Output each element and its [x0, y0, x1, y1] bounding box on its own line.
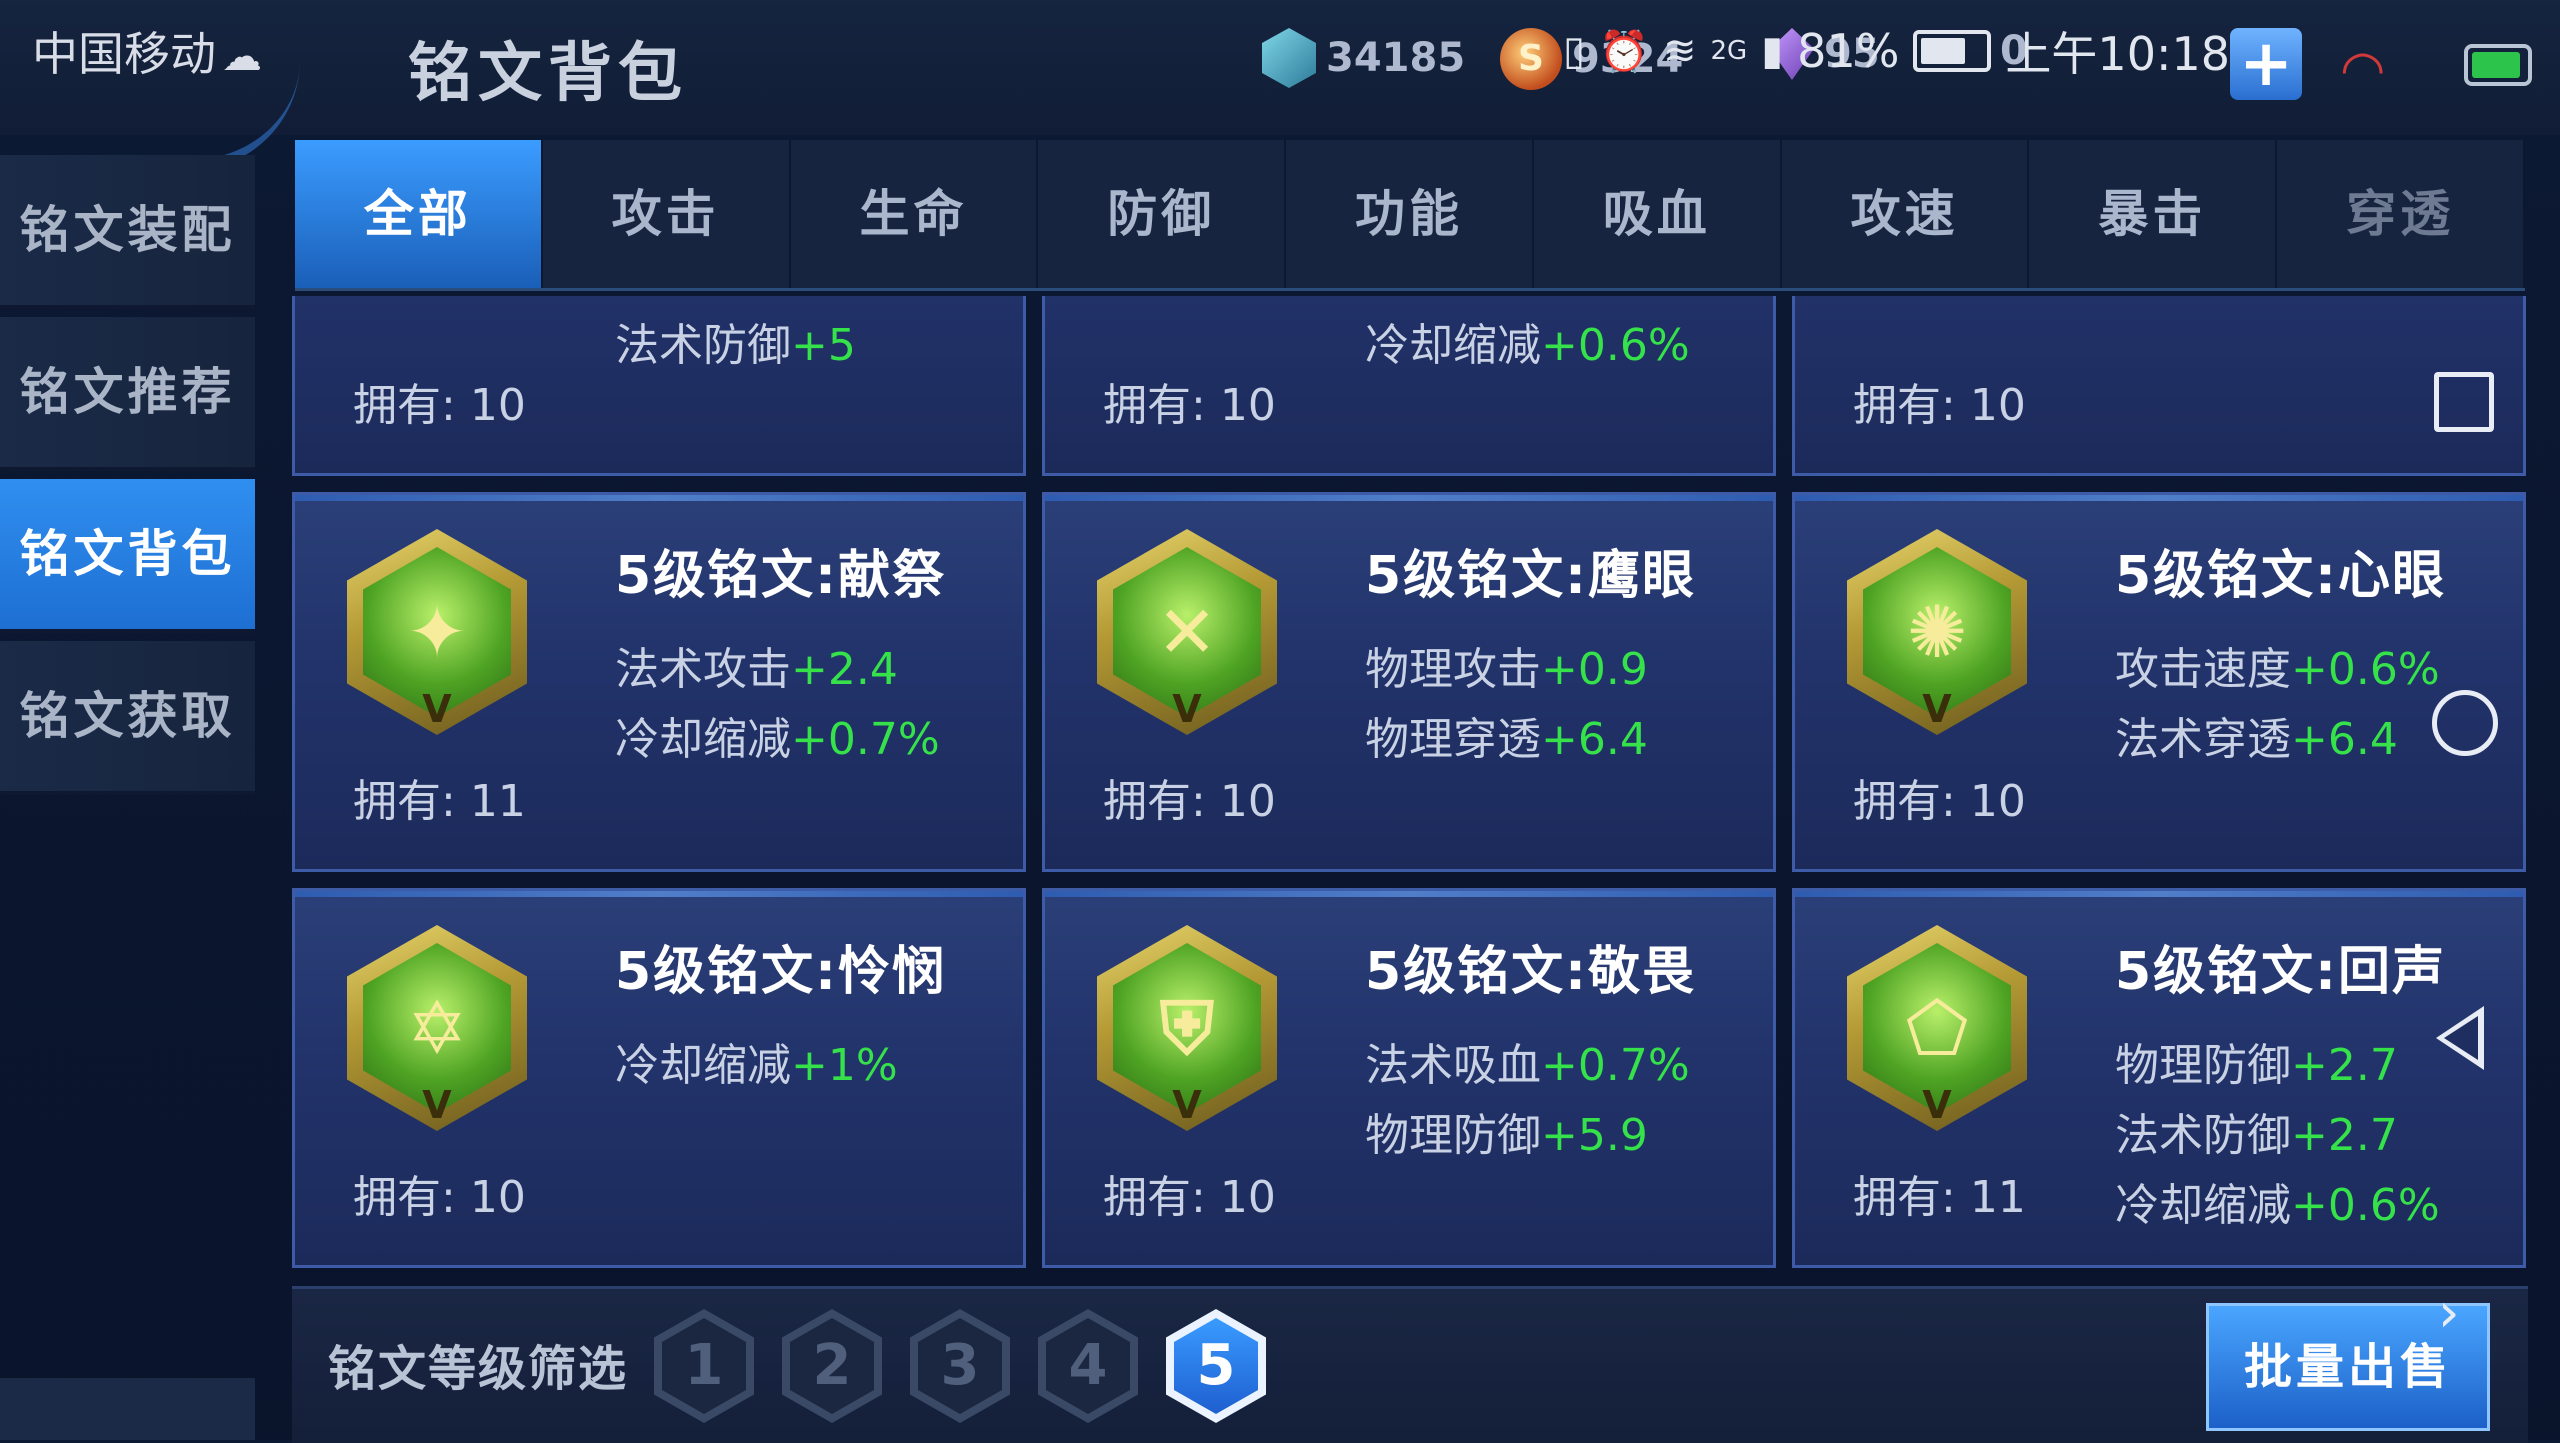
rune-icon: ✡ V [347, 925, 527, 1131]
level-filter-label: 铭文等级筛选 [328, 1341, 629, 1397]
tab-attack[interactable]: 攻击 [543, 140, 791, 288]
tab-crit[interactable]: 暴击 [2029, 140, 2278, 288]
owned-count: 拥有: 10 [353, 1172, 526, 1223]
rune-name: 5级铭文:回声 [2115, 942, 2446, 1002]
vibrate-icon: ▯ [1563, 28, 1586, 74]
level-filter-bar: 铭文等级筛选 1 2 3 4 5 批量出售 › [292, 1281, 2528, 1443]
rune-stat: 冷却缩减+1% [615, 1040, 898, 1091]
battery-icon [1913, 30, 1992, 72]
rune-stat: 物理穿透+6.4 [1365, 714, 1648, 765]
rune-name: 5级铭文:怜悯 [615, 942, 946, 1002]
battery-percent: 81% [1797, 24, 1900, 78]
rune-grid: V 法术防御+5 拥有: 10 V 冷却缩减+0.6% 拥有: 10 V 拥有:… [292, 296, 2528, 1276]
owned-count: 拥有: 10 [1103, 380, 1276, 431]
rune-stat: 法术穿透+6.4 [2115, 714, 2398, 765]
rune-stat: 冷却缩减+0.7% [615, 714, 940, 765]
signal-bars-icon: ▮ [1761, 28, 1784, 74]
rune-icon: ✕ V [1097, 529, 1277, 735]
tab-all[interactable]: 全部 [295, 140, 543, 288]
coin-icon: S [1500, 28, 1562, 90]
owned-count: 拥有: 10 [1103, 1172, 1276, 1223]
rune-stat: 物理防御+2.7 [2115, 1040, 2398, 1091]
rune-card-yingyan[interactable]: ✕ V 5级铭文:鹰眼 物理攻击+0.9 物理穿透+6.4 拥有: 10 [1042, 492, 1776, 872]
rune-card[interactable]: V 法术防御+5 拥有: 10 [292, 296, 1026, 476]
rune-card[interactable]: V 冷却缩减+0.6% 拥有: 10 [1042, 296, 1776, 476]
rune-stat: 攻击速度+0.6% [2115, 644, 2440, 695]
page-title: 铭文背包 [408, 37, 688, 111]
alarm-icon: ⏰ [1599, 28, 1649, 75]
sidebar: 铭文装配 铭文推荐 铭文背包 铭文获取 [0, 135, 255, 1440]
recent-apps-button[interactable] [2434, 372, 2494, 432]
rune-name: 5级铭文:鹰眼 [1365, 546, 1696, 606]
gem-icon [1262, 28, 1316, 88]
level-filter-3[interactable]: 3 [910, 1309, 1010, 1423]
sidebar-footer [0, 1378, 255, 1440]
sidebar-item-equip[interactable]: 铭文装配 [0, 155, 255, 309]
carrier-label: 中国移动 ☁ [32, 18, 262, 84]
rune-card-xianji[interactable]: ✦ V 5级铭文:献祭 法术攻击+2.4 冷却缩减+0.7% 拥有: 11 [292, 492, 1026, 872]
tab-penetration[interactable]: 穿透 [2277, 140, 2526, 288]
rune-card-huisheng[interactable]: ⬠ V 5级铭文:回声 物理防御+2.7 法术防御+2.7 冷却缩减+0.6% 拥… [1792, 888, 2526, 1268]
home-button[interactable] [2432, 690, 2498, 756]
back-button[interactable] [2436, 1006, 2484, 1070]
sidebar-item-recommend[interactable]: 铭文推荐 [0, 317, 255, 471]
level-filter-1[interactable]: 1 [654, 1309, 754, 1423]
tab-defense[interactable]: 防御 [1038, 140, 1287, 288]
tab-lifesteal[interactable]: 吸血 [1534, 140, 1782, 288]
tab-attack-speed[interactable]: 攻速 [1782, 140, 2030, 288]
rune-name: 5级铭文:心眼 [2115, 546, 2446, 606]
owned-count: 拥有: 10 [353, 380, 526, 431]
game-battery-icon [2464, 44, 2532, 86]
wifi-icon: ≋ [1662, 28, 1697, 74]
rune-card-xinyan[interactable]: ✺ V 5级铭文:心眼 攻击速度+0.6% 法术穿透+6.4 拥有: 10 [1792, 492, 2526, 872]
owned-count: 拥有: 10 [1103, 776, 1276, 827]
owned-count: 拥有: 11 [353, 776, 526, 827]
category-tabs: 全部 攻击 生命 防御 功能 吸血 攻速 暴击 穿透 [295, 140, 2526, 291]
level-filter-5[interactable]: 5 [1166, 1309, 1266, 1423]
rune-card[interactable]: V 拥有: 10 [1792, 296, 2526, 476]
cloud-icon: ☁ [222, 34, 262, 80]
gem-currency: 34185 [1262, 28, 1465, 88]
carrier-text: 中国移动 [32, 27, 216, 81]
rune-stat: 法术攻击+2.4 [615, 644, 898, 695]
level-filter-4[interactable]: 4 [1038, 1309, 1138, 1423]
network-type: 2G [1710, 36, 1748, 66]
rune-stat: 法术吸血+0.7% [1365, 1040, 1690, 1091]
clock: 上午10:18 [2005, 27, 2230, 81]
owned-count: 拥有: 11 [1853, 1172, 2026, 1223]
rune-card-jingwei[interactable]: ⛨ V 5级铭文:敬畏 法术吸血+0.7% 物理防御+5.9 拥有: 10 [1042, 888, 1776, 1268]
rune-stat: 法术防御+5 [615, 320, 856, 371]
rune-name: 5级铭文:献祭 [615, 546, 946, 606]
rune-card-lianmin[interactable]: ✡ V 5级铭文:怜悯 冷却缩减+1% 拥有: 10 [292, 888, 1026, 1268]
gem-count: 34185 [1326, 35, 1466, 81]
owned-count: 拥有: 10 [1853, 776, 2026, 827]
owned-count: 拥有: 10 [1853, 380, 2026, 431]
top-bar: 中国移动 ☁ 铭文背包 34185 S 9324 95 0 ▯ ⏰ ≋ 2G ▮ … [0, 0, 2560, 170]
rune-stat: 物理攻击+0.9 [1365, 644, 1648, 695]
rune-icon: ✦ V [347, 529, 527, 735]
rune-stat: 冷却缩减+0.6% [1365, 320, 1690, 371]
add-currency-button[interactable]: + [2230, 28, 2302, 100]
rune-stat: 法术防御+2.7 [2115, 1110, 2398, 1161]
game-wifi-icon: ◠ [2340, 40, 2386, 100]
rune-icon: ⛨ V [1097, 925, 1277, 1131]
rune-icon: ⬠ V [1847, 925, 2027, 1131]
rune-stat: 冷却缩减+0.6% [2115, 1180, 2440, 1231]
tab-health[interactable]: 生命 [791, 140, 1039, 288]
status-icons: ▯ ⏰ ≋ 2G ▮ 81% 上午10:18 [1563, 18, 2230, 84]
chevron-right-icon[interactable]: › [2438, 1281, 2460, 1344]
level-filter-2[interactable]: 2 [782, 1309, 882, 1423]
sidebar-item-obtain[interactable]: 铭文获取 [0, 641, 255, 795]
sidebar-item-backpack[interactable]: 铭文背包 [0, 479, 255, 633]
rune-name: 5级铭文:敬畏 [1365, 942, 1696, 1002]
tab-utility[interactable]: 功能 [1286, 140, 1534, 288]
rune-stat: 物理防御+5.9 [1365, 1110, 1648, 1161]
rune-icon: ✺ V [1847, 529, 2027, 735]
